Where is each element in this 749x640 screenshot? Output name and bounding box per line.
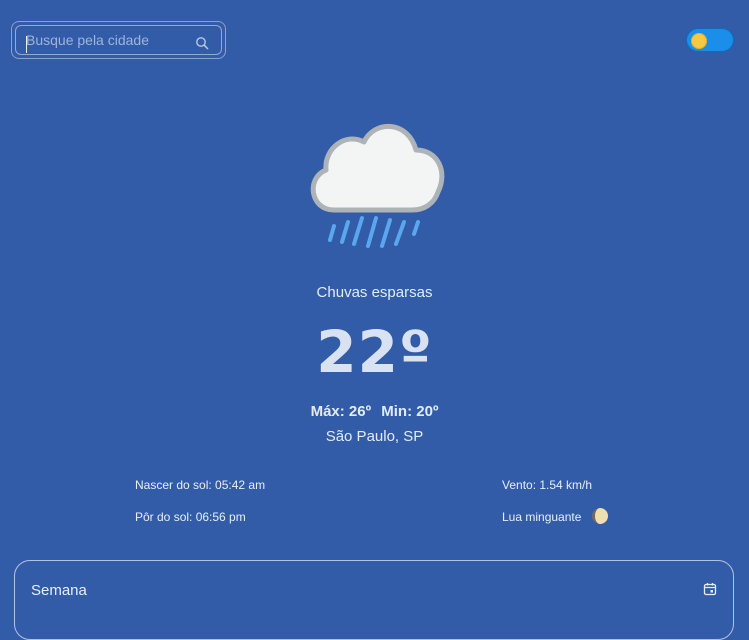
wind-speed: Vento: 1.54 km/h: [502, 478, 593, 492]
search-input[interactable]: [26, 26, 186, 54]
max-temperature: Máx: 26º: [310, 403, 372, 420]
weather-condition: Chuvas esparsas: [316, 284, 433, 301]
theme-toggle[interactable]: [686, 28, 734, 52]
week-forecast-panel: Semana: [14, 560, 734, 640]
moon-icon: [592, 508, 608, 524]
min-temperature: Min: 20º: [381, 403, 439, 420]
moon-phase: Lua minguante: [502, 510, 582, 524]
current-temperature: 22º: [316, 318, 433, 386]
city-name: São Paulo, SP: [325, 428, 424, 445]
sunrise-time: Nascer do sol: 05:42 am: [135, 478, 266, 492]
sunset-time: Pôr do sol: 06:56 pm: [135, 510, 246, 524]
search-box[interactable]: [11, 21, 226, 59]
text-caret: [26, 36, 27, 53]
rain-cloud-icon: [310, 124, 445, 248]
search-field[interactable]: [15, 25, 222, 55]
min-max-temperature: Máx: 26º Min: 20º: [0, 403, 749, 420]
week-title: Semana: [31, 582, 87, 599]
search-icon[interactable]: [195, 36, 209, 50]
calendar-icon[interactable]: [703, 582, 717, 596]
sun-icon: [691, 33, 707, 49]
